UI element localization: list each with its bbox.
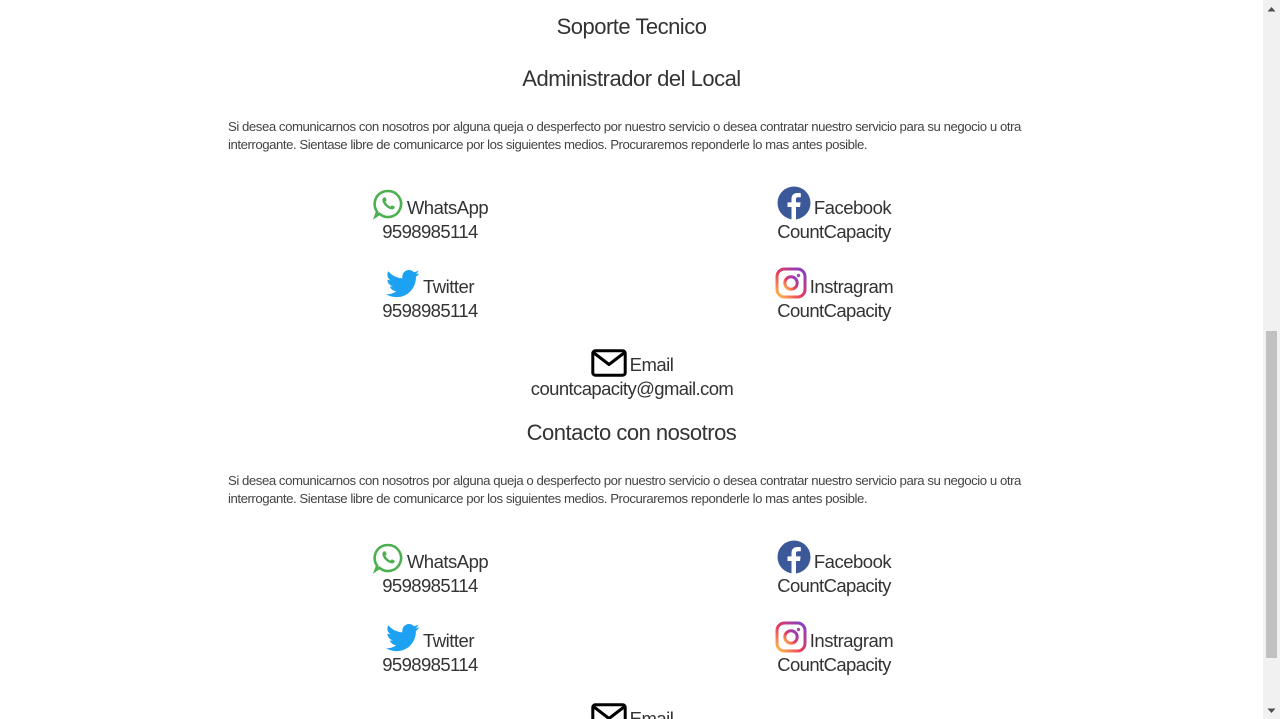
- contact-email[interactable]: Email: [492, 695, 772, 719]
- contact-label: Email: [629, 354, 674, 375]
- facebook-icon: [777, 186, 811, 220]
- page-title: Soporte Tecnico: [556, 14, 707, 39]
- page-viewport: Soporte Tecnico Administrador del Local …: [0, 0, 1263, 719]
- vertical-scrollbar[interactable]: [1263, 0, 1280, 719]
- contact-instagram[interactable]: Instragram CountCapacity: [754, 617, 914, 676]
- contact-value: countcapacity@gmail.com: [530, 378, 734, 399]
- contact-label: WhatsApp: [406, 197, 489, 218]
- section-description: Si desea comunicarnos con nosotros por a…: [228, 473, 1021, 506]
- contact-label: WhatsApp: [406, 551, 489, 572]
- scrollbar-thumb[interactable]: [1266, 331, 1277, 658]
- instagram-icon: [775, 267, 807, 299]
- email-icon: [590, 349, 627, 377]
- contact-label: Instragram: [809, 276, 894, 297]
- contact-instagram[interactable]: Instragram CountCapacity: [754, 263, 914, 322]
- contact-value: CountCapacity: [777, 221, 891, 242]
- whatsapp-icon: [372, 542, 404, 574]
- twitter-icon: [386, 623, 420, 653]
- contact-value: 9598985114: [382, 654, 478, 675]
- contact-value: 9598985114: [382, 221, 478, 242]
- section-description: Si desea comunicarnos con nosotros por a…: [228, 119, 1021, 152]
- contact-twitter[interactable]: Twitter 9598985114: [350, 263, 510, 322]
- contact-email[interactable]: Email countcapacity@gmail.com: [492, 341, 772, 400]
- contact-label: Email: [629, 708, 674, 719]
- contact-value: 9598985114: [382, 300, 478, 321]
- facebook-icon: [777, 540, 811, 574]
- contact-label: Instragram: [809, 630, 894, 651]
- contact-value: CountCapacity: [777, 575, 891, 596]
- contact-label: Facebook: [813, 197, 892, 218]
- section-title-admin: Administrador del Local: [522, 66, 741, 91]
- contact-value: 9598985114: [382, 575, 478, 596]
- contact-whatsapp[interactable]: WhatsApp 9598985114: [350, 184, 510, 243]
- contact-label: Twitter: [423, 276, 474, 297]
- contact-value: CountCapacity: [777, 300, 891, 321]
- contact-value: CountCapacity: [777, 654, 891, 675]
- contact-label: Facebook: [813, 551, 892, 572]
- email-icon: [590, 703, 627, 719]
- scroll-down-arrow-icon[interactable]: [1263, 702, 1280, 719]
- contact-label: Twitter: [423, 630, 474, 651]
- contact-facebook[interactable]: Facebook CountCapacity: [754, 538, 914, 597]
- scroll-up-arrow-icon[interactable]: [1263, 0, 1280, 17]
- twitter-icon: [386, 269, 420, 299]
- whatsapp-icon: [372, 188, 404, 220]
- instagram-icon: [775, 621, 807, 653]
- section-title-contact: Contacto con nosotros: [526, 420, 737, 445]
- contact-twitter[interactable]: Twitter 9598985114: [350, 617, 510, 676]
- contact-facebook[interactable]: Facebook CountCapacity: [754, 184, 914, 243]
- contact-whatsapp[interactable]: WhatsApp 9598985114: [350, 538, 510, 597]
